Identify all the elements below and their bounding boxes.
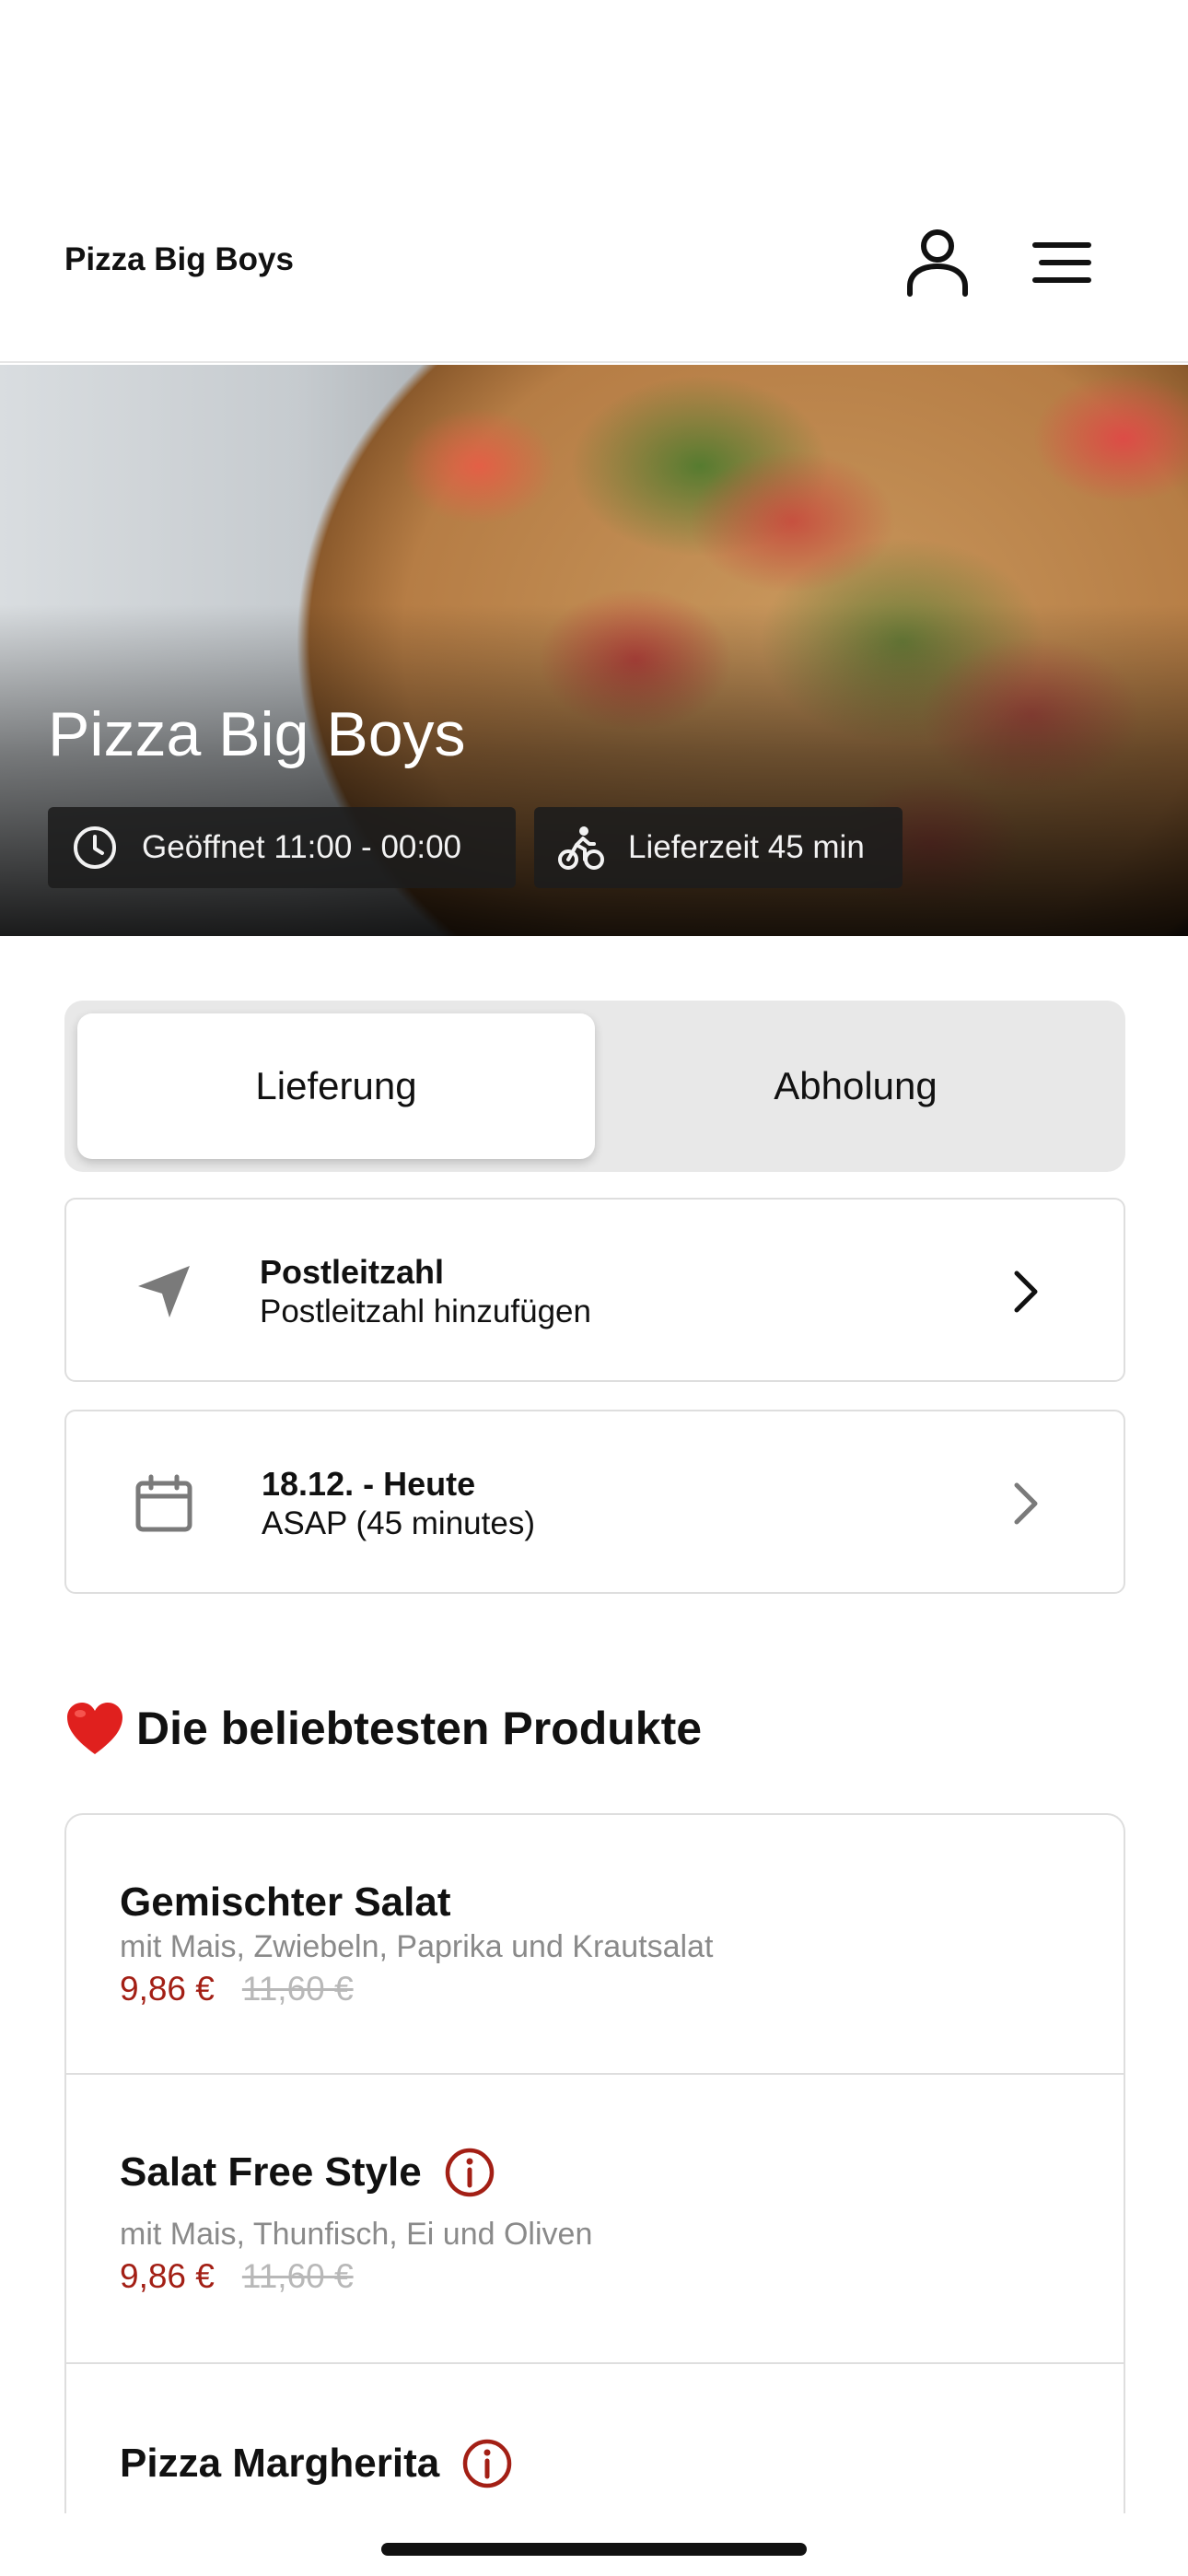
product-name: Salat Free Style — [120, 2147, 495, 2198]
delivery-date-label: 18.12. - Heute — [262, 1465, 476, 1503]
order-mode-toggle: Lieferung Abholung — [64, 1001, 1125, 1172]
product-item[interactable]: Gemischter Salat mit Mais, Zwiebeln, Pap… — [66, 1815, 1124, 2075]
product-name: Pizza Margherita — [120, 2438, 513, 2489]
menu-button[interactable] — [1020, 221, 1103, 304]
delivery-time-option: ASAP (45 minutes) — [262, 1505, 535, 1541]
bicycle-icon — [558, 823, 608, 872]
current-price: 9,86 € — [120, 1970, 215, 2008]
account-button[interactable] — [896, 221, 979, 304]
delivery-time-text: Lieferzeit 45 min — [628, 829, 865, 865]
product-description: mit Mais, Zwiebeln, Paprika und Krautsal… — [120, 1929, 714, 1964]
pickup-tab[interactable]: Abholung — [599, 1013, 1112, 1159]
opening-hours-badge: Geöffnet 11:00 - 00:00 — [48, 807, 516, 888]
clock-icon — [72, 823, 122, 872]
product-list: Gemischter Salat mit Mais, Zwiebeln, Pap… — [64, 1813, 1125, 2513]
opening-hours-text: Geöffnet 11:00 - 00:00 — [142, 829, 462, 865]
original-price: 11,60 € — [241, 2257, 354, 2295]
user-icon — [907, 229, 968, 297]
delivery-tab[interactable]: Lieferung — [77, 1013, 595, 1159]
popular-products-heading: Die beliebtesten Produkte — [64, 1701, 702, 1756]
postal-code-label: Postleitzahl — [260, 1253, 445, 1291]
info-icon[interactable] — [444, 2147, 495, 2198]
product-item[interactable]: Salat Free Style mit Mais, Thunfisch, Ei… — [66, 2075, 1124, 2364]
product-description: mit Mais, Thunfisch, Ei und Oliven — [120, 2217, 593, 2252]
info-icon[interactable] — [461, 2438, 513, 2489]
product-item[interactable]: Pizza Margherita — [66, 2364, 1124, 2513]
calendar-icon — [127, 1467, 201, 1540]
home-indicator — [381, 2543, 807, 2556]
original-price: 11,60 € — [241, 1970, 354, 2008]
product-name: Gemischter Salat — [120, 1879, 451, 1925]
location-arrow-icon — [127, 1255, 201, 1329]
chevron-right-icon — [1000, 1266, 1052, 1317]
chevron-right-icon — [1000, 1478, 1052, 1529]
popular-products-title: Die beliebtesten Produkte — [136, 1703, 703, 1754]
postal-code-row[interactable]: Postleitzahl Postleitzahl hinzufügen — [64, 1198, 1125, 1382]
postal-code-hint: Postleitzahl hinzufügen — [260, 1294, 591, 1329]
brand-name[interactable]: Pizza Big Boys — [64, 241, 294, 278]
restaurant-title: Pizza Big Boys — [48, 699, 466, 769]
product-prices: 9,86 € 11,60 € — [120, 1970, 354, 2008]
product-prices: 9,86 € 11,60 € — [120, 2257, 354, 2296]
delivery-time-badge: Lieferzeit 45 min — [534, 807, 903, 888]
heart-icon — [67, 1703, 122, 1754]
delivery-date-row[interactable]: 18.12. - Heute ASAP (45 minutes) — [64, 1410, 1125, 1594]
top-bar: Pizza Big Boys — [0, 0, 1188, 363]
hero-banner: Pizza Big Boys Geöffnet 11:00 - 00:00 Li… — [0, 365, 1188, 936]
current-price: 9,86 € — [120, 2257, 215, 2295]
hamburger-menu-icon — [1032, 242, 1091, 283]
